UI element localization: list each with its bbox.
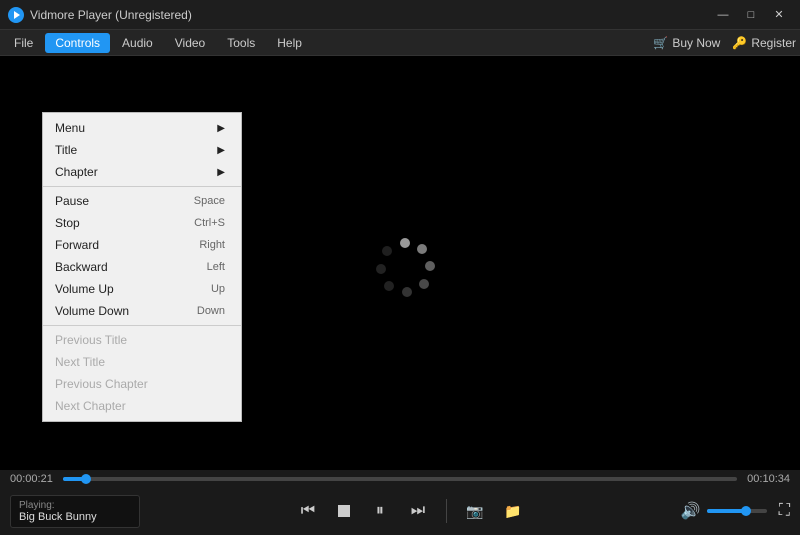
buy-now-label: Buy Now: [672, 36, 720, 50]
dd-separator-1: [43, 186, 241, 187]
register-label: Register: [751, 36, 796, 50]
dd-pause-shortcut: Space: [194, 195, 225, 207]
dd-stop-shortcut: Ctrl+S: [194, 217, 225, 229]
register-button[interactable]: 🔑 Register: [732, 36, 796, 50]
dd-next-chapter[interactable]: Next Chapter: [43, 395, 241, 417]
playing-label: Playing:: [19, 500, 131, 511]
volume-track[interactable]: [707, 509, 767, 513]
dd-title-label: Title: [55, 143, 209, 157]
menu-help[interactable]: Help: [267, 33, 312, 53]
buy-now-button[interactable]: 🛒 Buy Now: [653, 36, 720, 50]
dd-menu[interactable]: Menu ▶: [43, 117, 241, 139]
dd-volume-up-shortcut: Up: [211, 283, 225, 295]
dd-separator-2: [43, 325, 241, 326]
app-title: Vidmore Player (Unregistered): [30, 8, 710, 22]
current-time: 00:00:21: [10, 473, 55, 485]
dd-stop-label: Stop: [55, 216, 164, 230]
close-button[interactable]: ✕: [766, 5, 792, 25]
dd-volume-down-shortcut: Down: [197, 305, 225, 317]
progress-thumb[interactable]: [81, 474, 91, 484]
fullscreen-button[interactable]: ⛶: [779, 502, 790, 520]
dd-title[interactable]: Title ▶: [43, 139, 241, 161]
menu-video[interactable]: Video: [165, 33, 215, 53]
dd-chapter[interactable]: Chapter ▶: [43, 161, 241, 183]
title-bar: Vidmore Player (Unregistered) — □ ✕: [0, 0, 800, 30]
dd-next-chapter-label: Next Chapter: [55, 399, 225, 413]
menu-controls[interactable]: Controls: [45, 33, 110, 53]
menu-tools[interactable]: Tools: [217, 33, 265, 53]
window-controls: — □ ✕: [710, 5, 792, 25]
dd-previous-title[interactable]: Previous Title: [43, 329, 241, 351]
maximize-button[interactable]: □: [738, 5, 764, 25]
progress-track[interactable]: [63, 477, 737, 481]
dd-menu-arrow: ▶: [217, 123, 225, 134]
dd-next-title[interactable]: Next Title: [43, 351, 241, 373]
dd-title-arrow: ▶: [217, 145, 225, 156]
dd-chapter-arrow: ▶: [217, 167, 225, 178]
dd-volume-down[interactable]: Volume Down Down: [43, 300, 241, 322]
dd-backward-shortcut: Left: [207, 261, 225, 273]
menu-right: 🛒 Buy Now 🔑 Register: [653, 36, 796, 50]
forward-button[interactable]: ⏭: [402, 495, 434, 527]
dd-forward[interactable]: Forward Right: [43, 234, 241, 256]
dd-next-title-label: Next Title: [55, 355, 225, 369]
total-time: 00:10:34: [745, 473, 790, 485]
dd-pause-label: Pause: [55, 194, 164, 208]
menu-left: File Controls Audio Video Tools Help: [4, 33, 312, 53]
volume-icon[interactable]: 🔊: [681, 501, 701, 521]
folder-button[interactable]: 📁: [497, 495, 529, 527]
pause-button[interactable]: ⏸: [364, 495, 396, 527]
minimize-button[interactable]: —: [710, 5, 736, 25]
stop-button[interactable]: [330, 497, 358, 525]
divider: [446, 499, 447, 523]
dd-forward-label: Forward: [55, 238, 169, 252]
menu-file[interactable]: File: [4, 33, 43, 53]
dd-backward[interactable]: Backward Left: [43, 256, 241, 278]
right-controls: 🔊 ⛶: [681, 501, 790, 521]
dd-menu-label: Menu: [55, 121, 209, 135]
rewind-button[interactable]: ⏮: [292, 495, 324, 527]
video-area[interactable]: Menu ▶ Title ▶ Chapter ▶ Pause Space Sto…: [0, 56, 800, 470]
dd-stop[interactable]: Stop Ctrl+S: [43, 212, 241, 234]
dd-previous-title-label: Previous Title: [55, 333, 225, 347]
screenshot-button[interactable]: 📷: [459, 495, 491, 527]
progress-bar-area: 00:00:21 00:10:34: [0, 470, 800, 488]
dd-volume-down-label: Volume Down: [55, 304, 167, 318]
dd-pause[interactable]: Pause Space: [43, 190, 241, 212]
dd-previous-chapter-label: Previous Chapter: [55, 377, 225, 391]
dd-previous-chapter[interactable]: Previous Chapter: [43, 373, 241, 395]
dd-forward-shortcut: Right: [199, 239, 225, 251]
playing-title: Big Buck Bunny: [19, 511, 131, 523]
dd-backward-label: Backward: [55, 260, 177, 274]
loading-spinner: [370, 233, 430, 293]
controls-dropdown: Menu ▶ Title ▶ Chapter ▶ Pause Space Sto…: [42, 112, 242, 422]
menu-audio[interactable]: Audio: [112, 33, 163, 53]
dd-chapter-label: Chapter: [55, 165, 209, 179]
menu-bar: File Controls Audio Video Tools Help 🛒 B…: [0, 30, 800, 56]
key-icon: 🔑: [732, 36, 747, 50]
dd-volume-up[interactable]: Volume Up Up: [43, 278, 241, 300]
controls-bar: Playing: Big Buck Bunny ⏮ ⏸ ⏭ 📷 📁 🔊 ⛶: [0, 488, 800, 534]
center-controls: ⏮ ⏸ ⏭ 📷 📁: [140, 495, 681, 527]
volume-thumb[interactable]: [741, 506, 751, 516]
dd-volume-up-label: Volume Up: [55, 282, 181, 296]
playing-info: Playing: Big Buck Bunny: [10, 495, 140, 528]
app-logo-icon: [8, 7, 24, 23]
cart-icon: 🛒: [653, 36, 668, 50]
